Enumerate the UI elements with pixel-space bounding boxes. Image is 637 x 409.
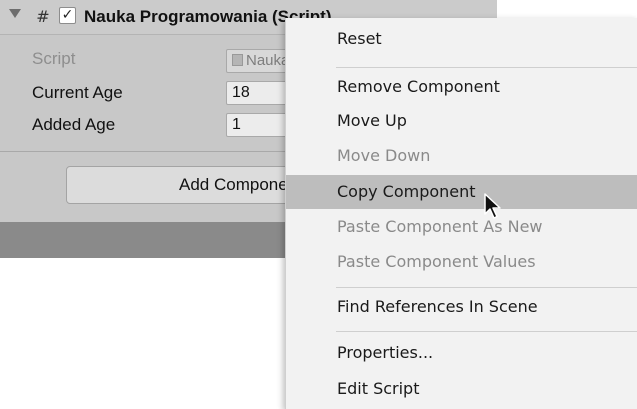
script-label: Script xyxy=(32,49,76,68)
menu-item-copy-component[interactable]: Copy Component xyxy=(286,175,637,209)
menu-item-edit-script[interactable]: Edit Script xyxy=(286,372,637,406)
menu-item-paste-component-as-new: Paste Component As New xyxy=(337,217,543,236)
context-menu: Reset Remove Component Move Up Move Down… xyxy=(285,18,637,409)
component-enabled-checkbox[interactable]: ✓ xyxy=(59,7,76,24)
foldout-arrow-icon[interactable] xyxy=(9,9,21,18)
menu-item-reset[interactable]: Reset xyxy=(286,22,637,56)
current-age-label: Current Age xyxy=(32,83,123,102)
script-hash-icon: # xyxy=(36,7,50,26)
menu-separator xyxy=(336,67,637,68)
menu-item-properties[interactable]: Properties... xyxy=(286,336,637,370)
menu-separator xyxy=(336,331,637,332)
menu-separator xyxy=(336,287,637,288)
menu-item-remove-component[interactable]: Remove Component xyxy=(286,70,637,104)
mouse-pointer-icon xyxy=(484,193,501,219)
menu-item-find-references[interactable]: Find References In Scene xyxy=(286,290,637,324)
script-asset-icon xyxy=(232,54,243,66)
menu-item-paste-component-values: Paste Component Values xyxy=(337,252,536,271)
added-age-label: Added Age xyxy=(32,115,116,134)
menu-item-move-down: Move Down xyxy=(337,146,431,165)
script-field-value: Nauka xyxy=(246,52,290,69)
menu-item-move-up[interactable]: Move Up xyxy=(286,104,637,138)
